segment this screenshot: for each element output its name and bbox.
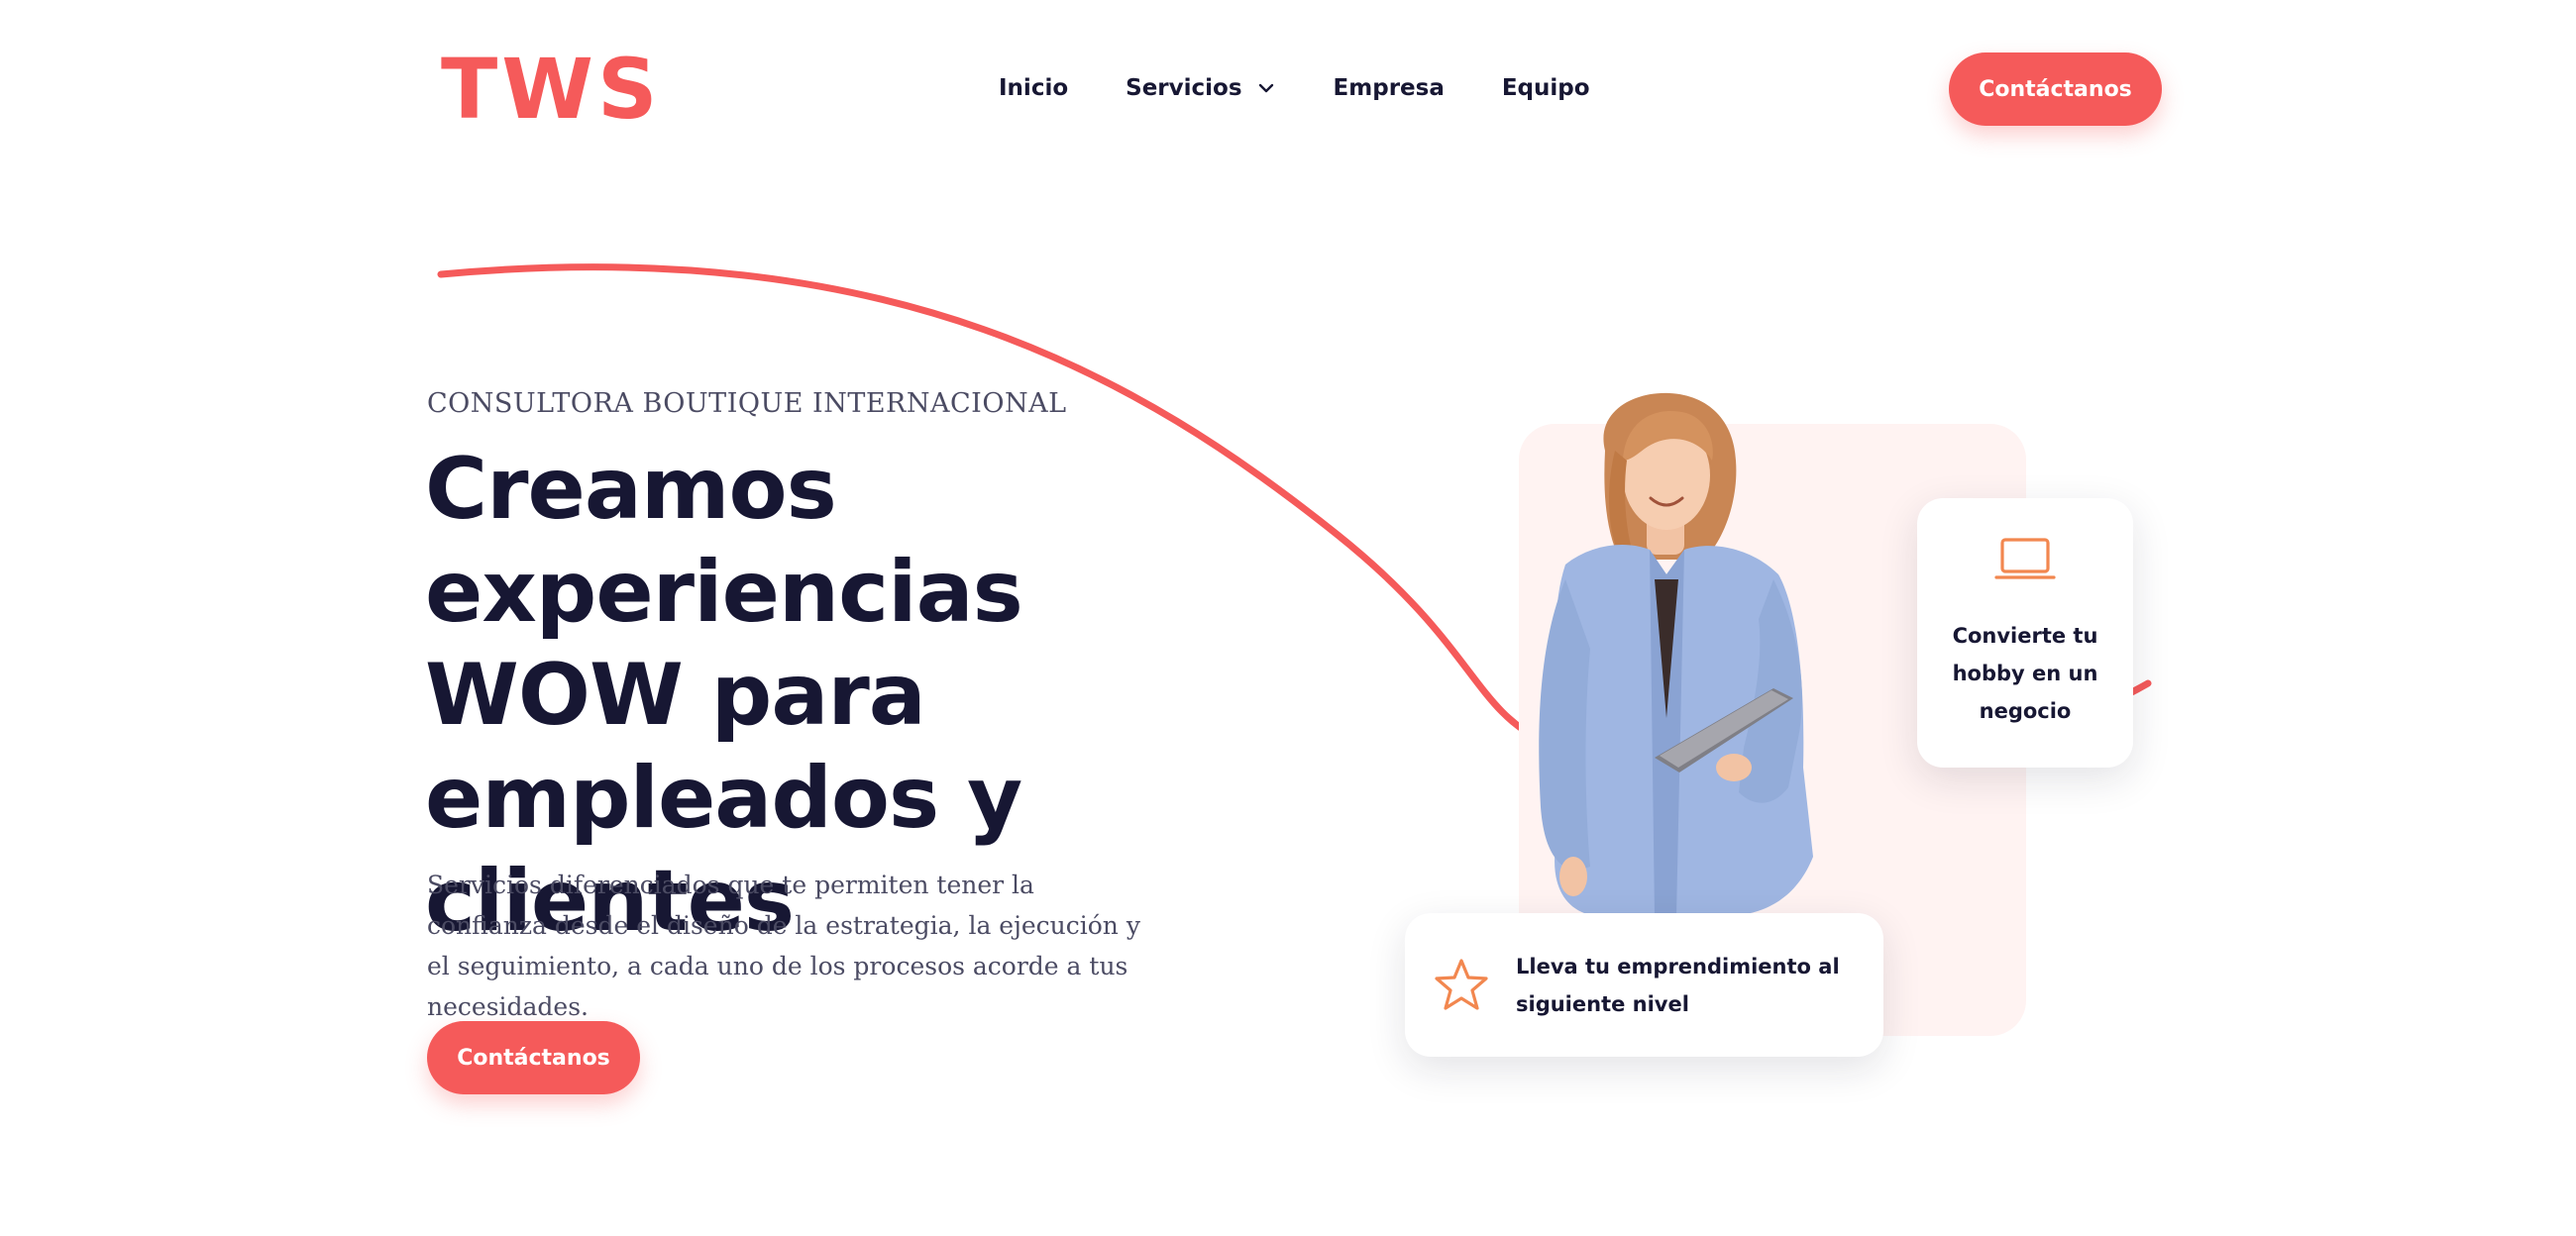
main-nav: Inicio Servicios Empresa Equipo bbox=[999, 75, 1590, 101]
nav-item-empresa[interactable]: Empresa bbox=[1334, 75, 1445, 101]
hero-contact-button[interactable]: Contáctanos bbox=[427, 1021, 640, 1094]
feature-card-text: Convierte tu hobby en un negocio bbox=[1952, 624, 2098, 723]
nav-item-label: Empresa bbox=[1333, 75, 1445, 101]
hero-eyebrow: CONSULTORA BOUTIQUE INTERNACIONAL bbox=[427, 388, 1067, 419]
feature-card-text: Lleva tu emprendimiento al siguiente niv… bbox=[1516, 954, 1840, 1016]
nav-item-label: Servicios bbox=[1126, 75, 1242, 101]
nav-item-servicios[interactable]: Servicios bbox=[1126, 75, 1275, 101]
nav-item-label: Equipo bbox=[1501, 75, 1590, 101]
hero-subtext: Servicios diferenciados que te permiten … bbox=[427, 871, 1140, 1021]
laptop-icon bbox=[1994, 538, 2056, 579]
chevron-down-icon bbox=[1258, 83, 1273, 93]
logo[interactable]: TWS bbox=[441, 48, 661, 131]
feature-card-hobby: Convierte tu hobby en un negocio bbox=[1917, 498, 2133, 768]
nav-item-inicio[interactable]: Inicio bbox=[999, 75, 1068, 101]
nav-item-equipo[interactable]: Equipo bbox=[1502, 75, 1590, 101]
nav-item-label: Inicio bbox=[999, 75, 1069, 101]
contact-button[interactable]: Contáctanos bbox=[1949, 52, 2162, 126]
feature-card-level: Lleva tu emprendimiento al siguiente niv… bbox=[1405, 913, 1883, 1057]
star-icon bbox=[1435, 958, 1488, 1010]
hero-person-image bbox=[1539, 392, 1813, 916]
